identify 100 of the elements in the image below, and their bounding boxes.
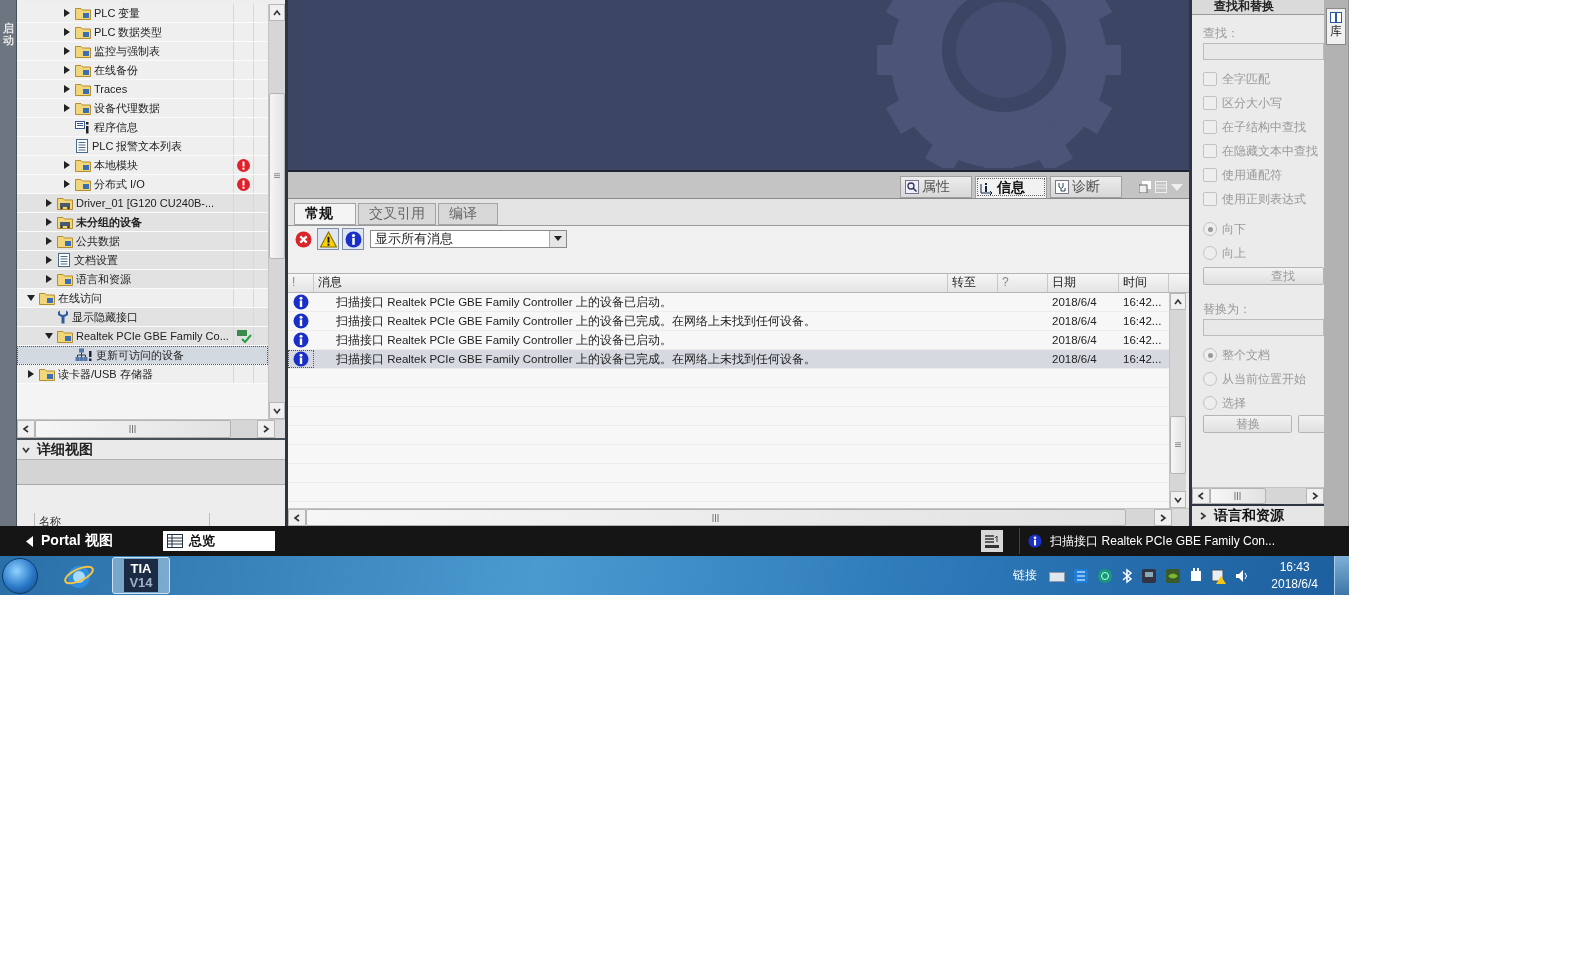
clock-date[interactable]: 2018/6/4: [1271, 575, 1318, 593]
checkbox[interactable]: [1203, 120, 1217, 134]
tree-item[interactable]: PLC 数据类型: [17, 23, 268, 42]
graphics-tray-icon[interactable]: [1165, 567, 1182, 584]
library-tab[interactable]: 库: [1326, 8, 1346, 46]
inspector-tab[interactable]: 属性: [900, 176, 972, 198]
power-plug-icon[interactable]: [1189, 567, 1204, 584]
tab[interactable]: 交叉引用: [358, 203, 436, 225]
network-tray-icon[interactable]: [1141, 567, 1158, 584]
inspector-tab[interactable]: 诊断: [1050, 176, 1122, 198]
tab[interactable]: 常规: [294, 203, 356, 225]
scrollbar-thumb[interactable]: [1170, 416, 1186, 474]
status-message[interactable]: 扫描接口 Realtek PCIe GBE Family Con...: [1050, 532, 1349, 550]
tree-item[interactable]: PLC 报警文本列表: [17, 137, 268, 156]
tree-item[interactable]: 监控与强制表: [17, 42, 268, 61]
bluetooth-icon[interactable]: [1121, 567, 1134, 584]
column-header[interactable]: 转至: [948, 274, 998, 292]
radio-button[interactable]: [1203, 396, 1217, 410]
triangle-right-icon[interactable]: [62, 85, 71, 93]
scrollbar-thumb[interactable]: [269, 93, 285, 259]
float-window-icon[interactable]: [1139, 181, 1151, 193]
message-list-button[interactable]: [981, 530, 1004, 552]
radio-button[interactable]: [1203, 222, 1217, 236]
triangle-right-icon[interactable]: [26, 370, 35, 378]
round-tray-icon[interactable]: [1097, 567, 1114, 584]
tree-item[interactable]: 更新可访问的设备: [17, 346, 268, 365]
section-header[interactable]: 语言和资源: [1192, 504, 1324, 526]
radio-button[interactable]: [1203, 246, 1217, 260]
portal-view-button[interactable]: Portal 视图: [0, 528, 121, 554]
scroll-up-button[interactable]: [269, 4, 285, 21]
date-cell-text: 2018/6/4: [1051, 334, 1098, 346]
tree-item[interactable]: Driver_01 [G120 CU240B-...: [17, 194, 268, 213]
inspector-tab[interactable]: 信息: [975, 176, 1047, 198]
folder-icon: [75, 177, 91, 191]
triangle-right-icon[interactable]: [44, 275, 53, 283]
clock-time[interactable]: 16:43: [1279, 558, 1310, 576]
radio-button[interactable]: [1203, 372, 1217, 386]
tree-item[interactable]: 读卡器/USB 存储器: [17, 365, 268, 384]
tree-item[interactable]: 显示隐藏接口: [17, 308, 268, 327]
column-header[interactable]: 消息: [314, 274, 948, 292]
info-filter-button[interactable]: [342, 228, 364, 250]
triangle-right-icon[interactable]: [62, 180, 71, 188]
radio-button[interactable]: [1203, 348, 1217, 362]
scroll-up-button[interactable]: [1170, 293, 1186, 310]
message-filter-dropdown[interactable]: 显示所有消息: [370, 230, 567, 248]
tree-item[interactable]: 语言和资源: [17, 270, 268, 289]
overview-tab[interactable]: 总览: [162, 531, 275, 551]
tree-item[interactable]: 分布式 I/O: [17, 175, 268, 194]
tia-portal-taskbar-button[interactable]: TIA V14: [112, 557, 170, 594]
tray-label[interactable]: 链接: [1013, 567, 1038, 584]
triangle-right-icon[interactable]: [44, 199, 53, 207]
triangle-right-icon[interactable]: [62, 66, 71, 74]
scroll-down-button[interactable]: [1170, 491, 1186, 508]
scroll-left-button[interactable]: [288, 509, 306, 526]
scroll-left-button[interactable]: [17, 420, 35, 438]
checkbox[interactable]: [1203, 144, 1217, 158]
column-header[interactable]: 日期: [1048, 274, 1119, 292]
triangle-right-icon[interactable]: [44, 237, 53, 245]
checkbox[interactable]: [1203, 96, 1217, 110]
tree-item[interactable]: 本地模块: [17, 156, 268, 175]
tree-item[interactable]: 在线备份: [17, 61, 268, 80]
triangle-right-icon[interactable]: [62, 47, 71, 55]
tree-item[interactable]: 文档设置: [17, 251, 268, 270]
scroll-right-button[interactable]: [257, 420, 275, 438]
tree-item[interactable]: Traces: [17, 80, 268, 99]
keyboard-icon[interactable]: [1049, 569, 1066, 582]
triangle-right-icon[interactable]: [44, 218, 53, 226]
triangle-down-icon[interactable]: [26, 294, 35, 302]
tree-item[interactable]: PLC 变量: [17, 4, 268, 23]
chevron-right-icon: [1198, 511, 1208, 521]
triangle-right-icon[interactable]: [44, 256, 53, 264]
checkbox[interactable]: [1203, 192, 1217, 206]
scroll-right-button[interactable]: [1306, 488, 1324, 504]
scroll-right-button[interactable]: [1154, 509, 1172, 526]
tree-item[interactable]: Realtek PCIe GBE Family Co...: [17, 327, 268, 346]
triangle-right-icon[interactable]: [62, 9, 71, 17]
scroll-left-button[interactable]: [1192, 488, 1210, 504]
triangle-right-icon[interactable]: [62, 104, 71, 112]
tree-item[interactable]: 未分组的设备: [17, 213, 268, 232]
scrollbar-thumb[interactable]: [1210, 488, 1266, 504]
message-row[interactable]: 扫描接口 Realtek PCIe GBE Family Controller 上的设备已完成。在网络上未找到任何设备。 2018/6/4 16:42...: [288, 350, 1169, 369]
scroll-down-button[interactable]: [269, 402, 285, 419]
checkbox[interactable]: [1203, 168, 1217, 182]
column-header[interactable]: 时间: [1119, 274, 1169, 292]
show-desktop-button[interactable]: [1334, 556, 1349, 595]
triangle-right-icon[interactable]: [62, 28, 71, 36]
side-tab[interactable]: 启动: [0, 0, 17, 526]
warning-filter-button[interactable]: [317, 228, 339, 250]
window-icon[interactable]: [1073, 567, 1090, 584]
tree-item[interactable]: 公共数据: [17, 232, 268, 251]
triangle-down-icon[interactable]: [44, 332, 53, 340]
start-button[interactable]: [2, 557, 38, 594]
triangle-right-icon[interactable]: [62, 161, 71, 169]
tree-item[interactable]: 设备代理数据: [17, 99, 268, 118]
tab[interactable]: 编译: [438, 203, 498, 225]
network-warning-icon[interactable]: [1211, 567, 1228, 584]
detail-view-header[interactable]: 详细视图: [17, 438, 285, 460]
tree-item[interactable]: 在线访问: [17, 289, 268, 308]
checkbox[interactable]: [1203, 72, 1217, 86]
tree-item[interactable]: 程序信息: [17, 118, 268, 137]
